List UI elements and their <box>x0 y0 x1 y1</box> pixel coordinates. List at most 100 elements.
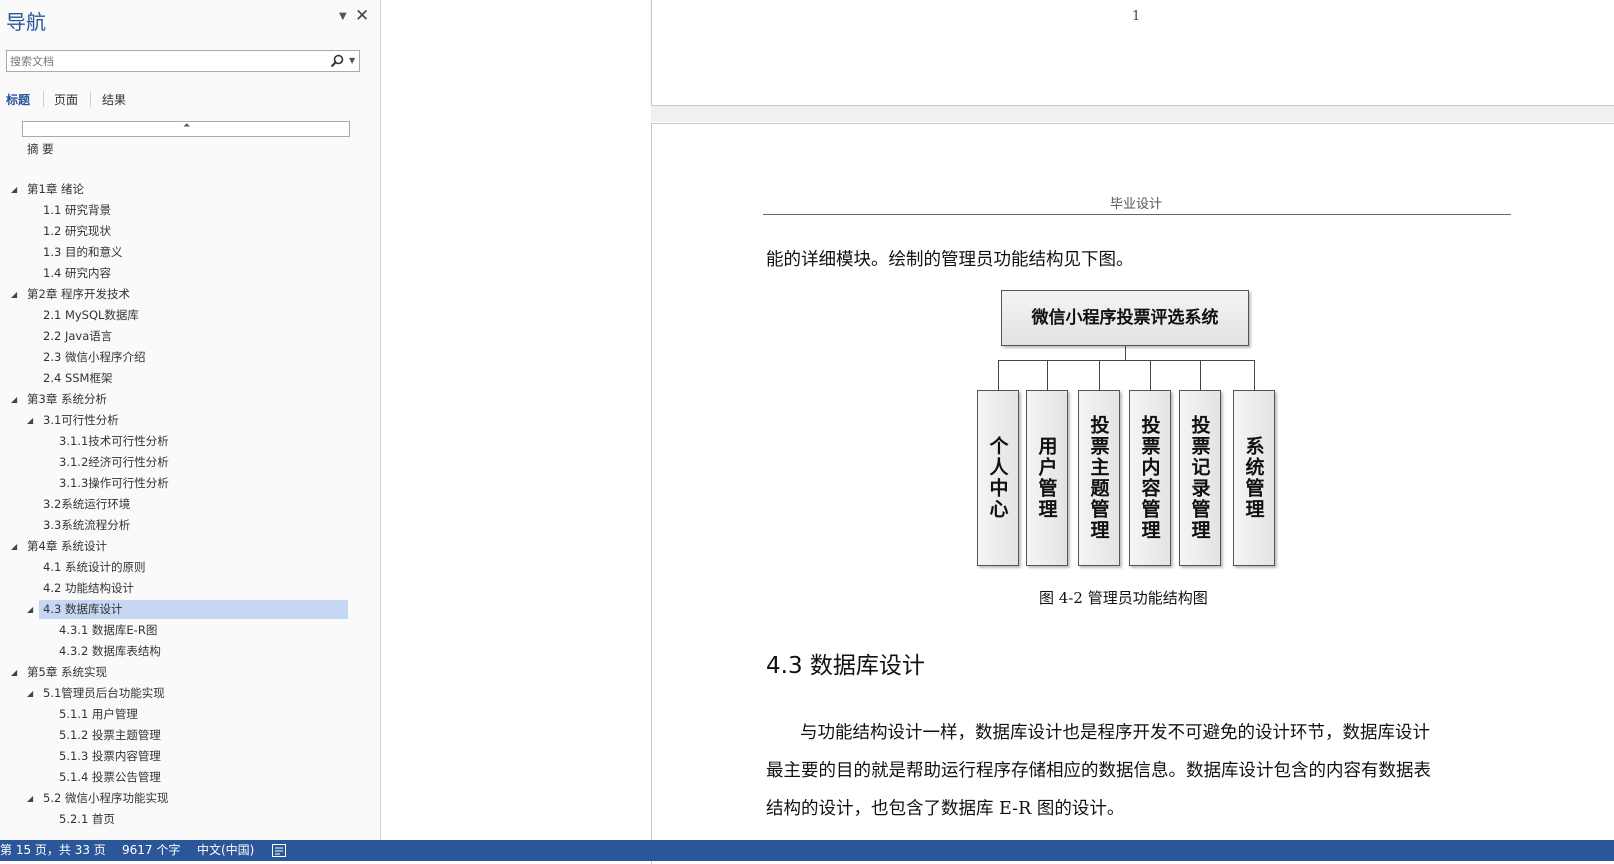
heading-item[interactable]: 2.3 微信小程序介绍 <box>0 348 360 367</box>
connector-line <box>1125 346 1126 360</box>
heading-label: 第3章 系统分析 <box>27 392 107 406</box>
heading-label: 3.1.1技术可行性分析 <box>59 434 169 448</box>
heading-item[interactable]: 3.3系统流程分析 <box>0 516 360 535</box>
heading-item[interactable]: 3.1.3操作可行性分析 <box>0 474 360 493</box>
heading-label: 2.4 SSM框架 <box>43 371 113 385</box>
diagram-child-node: 投票主题管理 <box>1078 390 1120 566</box>
heading-item[interactable]: ◢ 4.3 数据库设计 <box>27 600 348 619</box>
heading-label: 1.2 研究现状 <box>43 224 111 238</box>
search-document-box[interactable]: ▼ <box>6 50 360 72</box>
paragraph-line: 结构的设计，也包含了数据库 E-R 图的设计。 <box>766 799 1125 819</box>
expand-triangle-icon[interactable]: ◢ <box>11 663 17 682</box>
heading-item[interactable]: ◢ 第3章 系统分析 <box>0 390 360 409</box>
connector-line <box>1047 360 1048 390</box>
diagram-child-node: 投票内容管理 <box>1129 390 1171 566</box>
heading-item[interactable]: 4.3.1 数据库E-R图 <box>0 621 360 640</box>
word-count[interactable]: 9617 个字 <box>122 840 180 861</box>
heading-item[interactable]: 2.4 SSM框架 <box>0 369 360 388</box>
expand-triangle-icon[interactable]: ◢ <box>11 390 17 409</box>
previous-page: 1 <box>651 0 1614 106</box>
diagram-child-node: 系统管理 <box>1233 390 1275 566</box>
heading-item[interactable]: ◢ 第4章 系统设计 <box>0 537 360 556</box>
search-icon[interactable] <box>329 53 345 69</box>
heading-label: 3.1.3操作可行性分析 <box>59 476 169 490</box>
expand-triangle-icon[interactable]: ◢ <box>11 180 17 199</box>
heading-item[interactable]: 5.1.3 投票内容管理 <box>0 747 360 766</box>
heading-label: 2.3 微信小程序介绍 <box>43 350 146 364</box>
page-number: 1 <box>1132 9 1141 24</box>
heading-item[interactable]: 1.3 目的和意义 <box>0 243 360 262</box>
heading-item[interactable]: ◢ 3.1可行性分析 <box>0 411 360 430</box>
heading-label: 第2章 程序开发技术 <box>27 287 130 301</box>
pane-options-dropdown-icon[interactable]: ▼ <box>339 11 347 22</box>
heading-label: 3.1可行性分析 <box>43 413 119 427</box>
heading-item[interactable]: ◢ 第1章 绪论 <box>0 180 360 199</box>
heading-item[interactable]: 5.1.1 用户管理 <box>0 705 360 724</box>
expand-triangle-icon[interactable]: ◢ <box>11 285 17 304</box>
heading-item[interactable]: 5.1.2 投票主题管理 <box>0 726 360 745</box>
expand-triangle-icon[interactable]: ◢ <box>27 411 33 430</box>
diagram-child-node: 投票记录管理 <box>1179 390 1221 566</box>
heading-item[interactable]: 4.1 系统设计的原则 <box>0 558 360 577</box>
heading-label: 5.1管理员后台功能实现 <box>43 686 165 700</box>
close-icon[interactable]: ✕ <box>355 6 369 26</box>
heading-label: 3.2系统运行环境 <box>43 497 131 511</box>
heading-item[interactable]: 1.2 研究现状 <box>0 222 360 241</box>
connector-line <box>1150 360 1151 390</box>
page-info[interactable]: 第 15 页，共 33 页 <box>0 840 106 861</box>
heading-item[interactable]: 1.1 研究背景 <box>0 201 360 220</box>
chevron-up-icon: ⏶ <box>183 121 191 131</box>
connector-line <box>1254 360 1255 390</box>
heading-item[interactable]: 2.2 Java语言 <box>0 327 360 346</box>
heading-label: 5.1.3 投票内容管理 <box>59 749 161 763</box>
diagram-child-node: 用户管理 <box>1026 390 1068 566</box>
connector-line <box>998 360 999 390</box>
scroll-up-button[interactable]: ⏶ <box>22 121 350 137</box>
heading-item[interactable]: 摘 要 <box>0 140 360 159</box>
heading-item[interactable]: 3.1.2经济可行性分析 <box>0 453 360 472</box>
heading-item[interactable]: ◢ 第2章 程序开发技术 <box>0 285 360 304</box>
heading-label: 5.1.2 投票主题管理 <box>59 728 161 742</box>
heading-item[interactable]: 1.4 研究内容 <box>0 264 360 283</box>
heading-item[interactable]: 3.1.1技术可行性分析 <box>0 432 360 451</box>
nav-pane-title: 导航 <box>6 10 46 34</box>
heading-label: 4.3 数据库设计 <box>43 602 123 616</box>
heading-item[interactable]: 3.2系统运行环境 <box>0 495 360 514</box>
tab-headings[interactable]: 标题 <box>6 91 30 108</box>
heading-label: 4.2 功能结构设计 <box>43 581 134 595</box>
expand-triangle-icon[interactable]: ◢ <box>27 684 33 703</box>
heading-label: 5.2.1 首页 <box>59 812 115 826</box>
proofing-icon[interactable] <box>272 844 286 857</box>
heading-item[interactable]: 5.1.4 投票公告管理 <box>0 768 360 787</box>
intro-line: 能的详细模块。绘制的管理员功能结构见下图。 <box>766 250 1134 270</box>
search-input[interactable] <box>10 52 310 70</box>
heading-label: 摘 要 <box>27 142 54 156</box>
tab-results[interactable]: 结果 <box>102 91 126 108</box>
paragraph-line: 与功能结构设计一样，数据库设计也是程序开发不可避免的设计环节，数据库设计 <box>800 723 1430 743</box>
language-indicator[interactable]: 中文(中国) <box>197 840 254 861</box>
tab-pages[interactable]: 页面 <box>54 91 78 108</box>
diagram-child-node: 个人中心 <box>977 390 1019 566</box>
expand-triangle-icon[interactable]: ◢ <box>27 789 33 808</box>
search-options-chevron-icon[interactable]: ▼ <box>349 53 355 69</box>
document-area[interactable]: 1 毕业设计 能的详细模块。绘制的管理员功能结构见下图。 微信小程序投票评选系统… <box>381 0 1614 864</box>
expand-triangle-icon[interactable]: ◢ <box>11 537 17 556</box>
heading-item[interactable]: 5.2.1 首页 <box>0 810 360 829</box>
heading-label: 2.1 MySQL数据库 <box>43 308 139 322</box>
page-gap <box>651 106 1614 122</box>
heading-label: 1.1 研究背景 <box>43 203 111 217</box>
heading-item[interactable]: ◢ 第5章 系统实现 <box>0 663 360 682</box>
connector-line <box>998 360 1254 361</box>
heading-label: 3.1.2经济可行性分析 <box>59 455 169 469</box>
heading-item[interactable]: ◢ 5.2 微信小程序功能实现 <box>0 789 360 808</box>
heading-item[interactable]: 4.2 功能结构设计 <box>0 579 360 598</box>
connector-line <box>1200 360 1201 390</box>
diagram-root-node: 微信小程序投票评选系统 <box>1001 290 1249 346</box>
heading-item[interactable]: 2.1 MySQL数据库 <box>0 306 360 325</box>
heading-item[interactable]: ◢ 5.1管理员后台功能实现 <box>0 684 360 703</box>
heading-label: 1.4 研究内容 <box>43 266 111 280</box>
heading-item[interactable]: 4.3.2 数据库表结构 <box>0 642 360 661</box>
tab-divider <box>43 91 44 107</box>
expand-triangle-icon[interactable]: ◢ <box>27 600 33 619</box>
heading-label: 1.3 目的和意义 <box>43 245 123 259</box>
